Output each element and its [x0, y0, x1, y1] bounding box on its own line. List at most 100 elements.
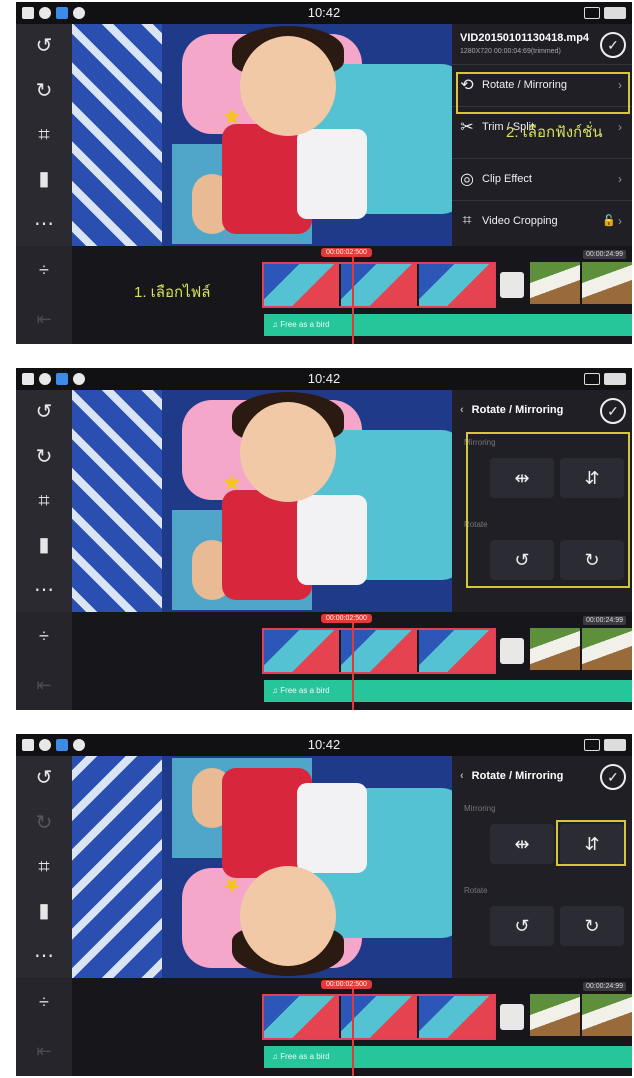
chevron-right-icon: › [618, 171, 622, 186]
back-icon[interactable]: ‹ [460, 404, 464, 416]
chevron-right-icon: › [618, 213, 622, 228]
clip-options-panel: VID20150101130418.mp4 1280X720 00:00:04:… [452, 24, 632, 246]
rotate-mirroring-panel: ‹ Rotate / Mirroring ✓ Mirroring ⇹ ⇵ Rota… [452, 390, 632, 612]
more-icon[interactable]: ⋯ [24, 212, 64, 236]
video-clip[interactable] [530, 262, 632, 308]
rotate-left-button[interactable]: ↺ [490, 906, 554, 946]
video-clip[interactable] [530, 628, 632, 674]
status-time: 10:42 [307, 5, 341, 20]
screenshot-clip-menu: 10:42 ↺ ↻ ⌗ ▮ ⋯ ★ VID20150101130418.mp4 … [16, 2, 632, 344]
screenshot-rotate-panel: 10:42 ↺ ↻ ⌗ ▮ ⋯ ★ ‹ Rotate / Mirroring ✓ … [16, 368, 632, 710]
video-clip[interactable] [530, 994, 632, 1040]
video-preview-mirrored[interactable]: ★ [72, 756, 452, 978]
video-clip-selected[interactable] [262, 994, 496, 1040]
total-duration: 00:00:24:99 [583, 250, 626, 259]
fullscreen-icon[interactable]: ⌗ [24, 489, 64, 513]
highlight-box [456, 72, 630, 114]
delete-icon[interactable]: ▮ [24, 533, 64, 557]
redo-icon[interactable]: ↻ [24, 79, 64, 103]
mirroring-label: Mirroring [464, 804, 496, 813]
lock-icon: 🔓 [602, 215, 616, 227]
playhead[interactable] [352, 622, 354, 710]
left-toolbar: ↺ ↻ ⌗ ▮ ⋯ [16, 24, 72, 246]
timeline: ÷ ⇤ 1. เลือกไฟล์ 00:00:02:500 00:00:24:9… [16, 246, 632, 344]
timecode-tag: 00:00:02:500 [321, 614, 372, 623]
video-clip-selected[interactable] [262, 628, 496, 674]
star-icon: ★ [222, 470, 242, 495]
done-check-icon[interactable]: ✓ [600, 398, 626, 424]
audio-track[interactable]: ♫ Free as a bird [264, 680, 632, 702]
status-bar: 10:42 [16, 734, 632, 756]
battery-icon [604, 373, 626, 385]
chevron-right-icon: › [618, 119, 622, 134]
timeline: ÷ ⇤ 00:00:02:500 00:00:24:99 ♫ Free as a… [16, 978, 632, 1076]
file-meta: 1280X720 00:00:04:69(trimmed) [460, 48, 561, 55]
more-icon[interactable]: ⋯ [24, 578, 64, 602]
playhead[interactable] [352, 256, 354, 344]
menu-video-cropping[interactable]: ⌗ Video Cropping 🔓 › [452, 200, 632, 240]
undo-icon[interactable]: ↺ [24, 766, 64, 790]
annotation-select-file: 1. เลือกไฟล์ [134, 284, 211, 301]
mirror-horizontal-button[interactable]: ⇹ [490, 824, 554, 864]
crop-icon: ⌗ [462, 211, 472, 229]
status-time: 10:42 [307, 371, 341, 386]
signal-icon [584, 7, 600, 19]
signal-icon [584, 739, 600, 751]
menu-label: Video Cropping [482, 214, 558, 227]
highlight-box [466, 432, 630, 588]
timecode-tag: 00:00:02:500 [321, 248, 372, 257]
fullscreen-icon[interactable]: ⌗ [24, 855, 64, 879]
status-bar: 10:42 [16, 368, 632, 390]
status-bar: 10:42 [16, 2, 632, 24]
playhead[interactable] [352, 988, 354, 1076]
annotation-select-function: 2. เลือกฟังก์ชั่น [506, 124, 603, 141]
scissors-icon: ✂ [460, 118, 474, 136]
star-icon: ★ [222, 873, 242, 898]
undo-icon[interactable]: ↺ [24, 34, 64, 58]
done-check-icon[interactable]: ✓ [600, 764, 626, 790]
fullscreen-icon[interactable]: ⌗ [24, 123, 64, 147]
split-icon[interactable]: ÷ [39, 992, 49, 1013]
redo-icon[interactable]: ↻ [24, 811, 64, 835]
transition-slot[interactable] [500, 272, 524, 298]
screenshot-mirrored-result: 10:42 ↺ ↻ ⌗ ▮ ⋯ ★ ‹ Rotate / Mirroring ✓ … [16, 734, 632, 1076]
rotate-right-button[interactable]: ↻ [560, 906, 624, 946]
menu-clip-effect[interactable]: ◎ Clip Effect › [452, 158, 632, 198]
left-toolbar: ↺ ↻ ⌗ ▮ ⋯ [16, 756, 72, 978]
more-icon[interactable]: ⋯ [24, 944, 64, 968]
audio-label: Free as a bird [280, 320, 330, 329]
split-icon[interactable]: ÷ [39, 626, 49, 647]
skip-start-icon[interactable]: ⇤ [36, 1041, 51, 1062]
audio-track[interactable]: ♫ Free as a bird [264, 314, 632, 336]
delete-icon[interactable]: ▮ [24, 167, 64, 191]
done-check-icon[interactable]: ✓ [600, 32, 626, 58]
skip-start-icon[interactable]: ⇤ [36, 309, 51, 330]
total-duration: 00:00:24:99 [583, 616, 626, 625]
panel-title: Rotate / Mirroring [471, 770, 564, 782]
battery-icon [604, 7, 626, 19]
file-name: VID20150101130418.mp4 [460, 32, 590, 44]
video-preview[interactable]: ★ [72, 24, 452, 246]
split-icon[interactable]: ÷ [39, 260, 49, 281]
panel-header: ‹ Rotate / Mirroring [460, 404, 563, 416]
redo-icon[interactable]: ↻ [24, 445, 64, 469]
delete-icon[interactable]: ▮ [24, 899, 64, 923]
skip-start-icon[interactable]: ⇤ [36, 675, 51, 696]
rotate-mirroring-panel: ‹ Rotate / Mirroring ✓ Mirroring ⇹ ⇵ Rota… [452, 756, 632, 978]
menu-label: Clip Effect [482, 172, 532, 185]
left-toolbar: ↺ ↻ ⌗ ▮ ⋯ [16, 390, 72, 612]
video-preview[interactable]: ★ [72, 390, 452, 612]
total-duration: 00:00:24:99 [583, 982, 626, 991]
audio-track[interactable]: ♫ Free as a bird [264, 1046, 632, 1068]
transition-slot[interactable] [500, 1004, 524, 1030]
back-icon[interactable]: ‹ [460, 770, 464, 782]
panel-header: ‹ Rotate / Mirroring [460, 770, 563, 782]
battery-icon [604, 739, 626, 751]
video-clip-selected[interactable] [262, 262, 496, 308]
clip-effect-icon: ◎ [460, 170, 474, 188]
transition-slot[interactable] [500, 638, 524, 664]
highlight-box [556, 820, 626, 866]
signal-icon [584, 373, 600, 385]
undo-icon[interactable]: ↺ [24, 400, 64, 424]
audio-label: Free as a bird [280, 686, 330, 695]
